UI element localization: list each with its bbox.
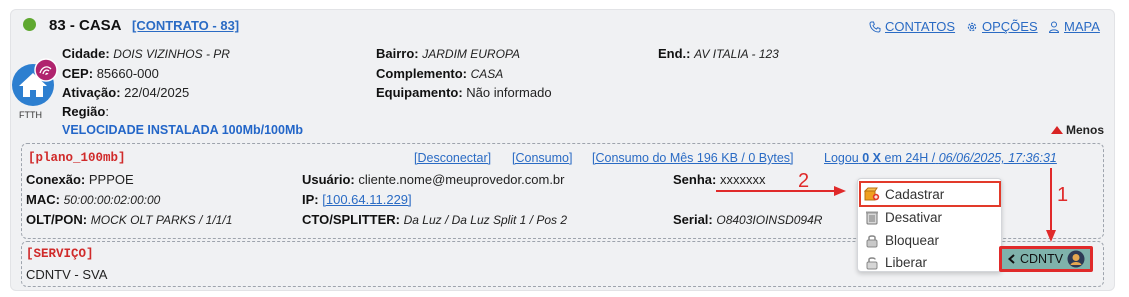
annotation-step-2: 2	[798, 170, 810, 192]
annotation-arrows	[716, 168, 1056, 242]
annotation-step-1: 1	[1057, 184, 1069, 206]
